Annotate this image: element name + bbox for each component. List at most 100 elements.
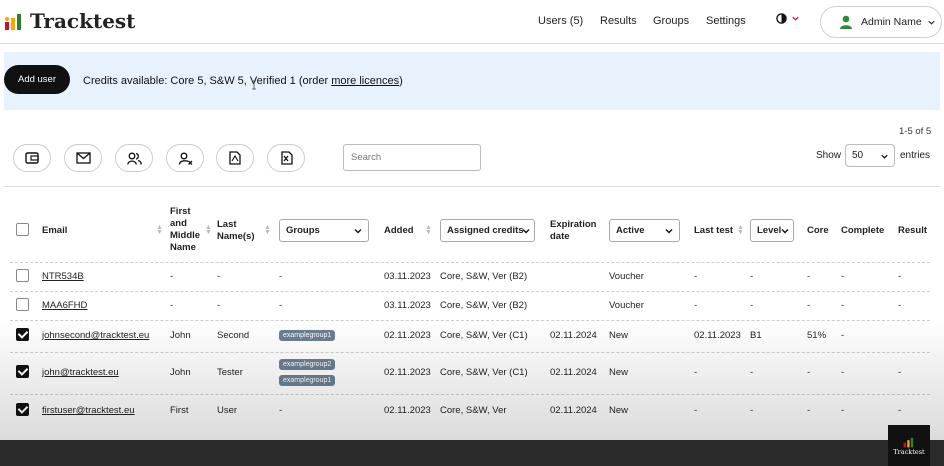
row-result: - bbox=[898, 300, 902, 311]
sort-icon[interactable]: ▲ ▼ bbox=[264, 224, 271, 236]
row-core: - bbox=[807, 271, 811, 282]
row-email-link[interactable]: MAA6FHD bbox=[42, 300, 87, 311]
row-level: - bbox=[750, 367, 754, 378]
row-email-link[interactable]: NTR534B bbox=[42, 271, 84, 282]
row-first-name: John bbox=[170, 330, 191, 341]
row-core: - bbox=[807, 405, 811, 416]
sort-icon[interactable]: ▲ ▼ bbox=[737, 224, 744, 236]
header-result[interactable]: Result bbox=[898, 225, 927, 237]
row-first-name: First bbox=[170, 405, 189, 416]
row-divider bbox=[10, 320, 930, 321]
credits-suffix: ) bbox=[399, 75, 403, 87]
row-groups: - bbox=[279, 271, 283, 282]
row-checkbox[interactable] bbox=[16, 298, 29, 311]
row-divider bbox=[10, 291, 930, 292]
manage-users-button[interactable] bbox=[115, 144, 153, 172]
row-active: Voucher bbox=[609, 300, 644, 311]
sort-icon[interactable]: ▲ ▼ bbox=[156, 224, 163, 236]
row-email-link[interactable]: firstuser@tracktest.eu bbox=[42, 405, 135, 416]
header-email[interactable]: Email bbox=[42, 225, 67, 237]
header-added[interactable]: Added bbox=[384, 225, 414, 237]
row-divider bbox=[10, 394, 930, 395]
logo[interactable]: Tracktest bbox=[4, 9, 135, 33]
badge-text: Tracktest bbox=[893, 447, 925, 456]
row-core: 51% bbox=[807, 330, 827, 341]
entries-label: entries bbox=[900, 150, 931, 161]
header-complete[interactable]: Complete bbox=[841, 225, 884, 237]
header-core[interactable]: Core bbox=[807, 225, 829, 237]
active-filter-label: Active bbox=[616, 225, 645, 236]
wallet-icon bbox=[25, 152, 39, 164]
logo-mark-icon bbox=[5, 14, 21, 30]
row-last-name: Second bbox=[217, 330, 250, 341]
wallet-button[interactable] bbox=[13, 144, 51, 172]
row-complete: - bbox=[841, 271, 845, 282]
row-groups: - bbox=[279, 300, 283, 311]
row-result: - bbox=[898, 367, 902, 378]
search-input[interactable] bbox=[343, 144, 481, 171]
row-first-name: John bbox=[170, 367, 191, 378]
row-email-link[interactable]: john@tracktest.eu bbox=[42, 367, 119, 378]
row-last-name: - bbox=[217, 300, 221, 311]
row-level: B1 bbox=[750, 330, 762, 341]
export-pdf-button[interactable] bbox=[216, 144, 254, 172]
row-complete: - bbox=[841, 405, 845, 416]
nav-results[interactable]: Results bbox=[600, 15, 637, 27]
row-added: 02.11.2023 bbox=[384, 367, 431, 378]
group-tag: examplegroup1 bbox=[279, 375, 336, 386]
entries-select[interactable]: 50 bbox=[845, 144, 895, 167]
row-checkbox[interactable] bbox=[16, 365, 29, 378]
header-first-name[interactable]: First and Middle Name bbox=[170, 206, 200, 254]
row-credits: Core, S&W, Ver (B2) bbox=[440, 271, 528, 282]
remove-user-button[interactable] bbox=[166, 144, 204, 172]
header-exp-line2: date bbox=[550, 231, 570, 242]
send-email-button[interactable] bbox=[64, 144, 102, 172]
row-checkbox[interactable] bbox=[16, 328, 29, 341]
select-all-checkbox[interactable] bbox=[16, 223, 29, 236]
row-last-test: - bbox=[694, 367, 698, 378]
theme-toggle[interactable] bbox=[776, 13, 800, 24]
sort-icon[interactable]: ▲ ▼ bbox=[205, 224, 212, 236]
row-divider bbox=[10, 352, 930, 353]
tracktest-badge[interactable]: Tracktest bbox=[888, 425, 930, 466]
header-last-test[interactable]: Last test bbox=[694, 225, 733, 237]
row-active: Voucher bbox=[609, 271, 644, 282]
add-user-button[interactable]: Add user bbox=[4, 65, 70, 94]
groups-filter-select[interactable]: Groups bbox=[279, 219, 369, 242]
footer-bar bbox=[0, 440, 944, 466]
row-email-link[interactable]: johnsecond@tracktest.eu bbox=[42, 330, 149, 341]
pagination-range: 1-5 of 5 bbox=[899, 126, 932, 137]
row-first-name: - bbox=[170, 300, 174, 311]
row-last-test: - bbox=[694, 271, 698, 282]
nav-groups[interactable]: Groups bbox=[653, 15, 689, 27]
active-filter-select[interactable]: Active bbox=[609, 219, 680, 242]
nav-settings[interactable]: Settings bbox=[706, 15, 746, 27]
row-last-test: - bbox=[694, 300, 698, 311]
row-expiration: 02.11.2024 bbox=[550, 330, 597, 341]
pdf-icon bbox=[229, 151, 241, 165]
sort-icon[interactable]: ▲ ▼ bbox=[425, 224, 432, 236]
nav-users[interactable]: Users (5) bbox=[538, 15, 583, 27]
row-checkbox[interactable] bbox=[16, 269, 29, 282]
header-expiration[interactable]: Expiration date bbox=[550, 219, 596, 243]
row-result: - bbox=[898, 405, 902, 416]
row-added: 02.11.2023 bbox=[384, 330, 431, 341]
export-excel-button[interactable] bbox=[267, 144, 305, 172]
level-filter-select[interactable]: Level bbox=[750, 219, 794, 242]
row-added: 02.11.2023 bbox=[384, 405, 431, 416]
assigned-credits-filter-select[interactable]: Assigned credits bbox=[440, 219, 535, 242]
show-label: Show bbox=[816, 150, 842, 161]
excel-icon bbox=[280, 151, 293, 165]
row-core: - bbox=[807, 300, 811, 311]
admin-menu-button[interactable]: Admin Name bbox=[820, 6, 942, 38]
user-remove-icon bbox=[178, 152, 192, 165]
header-last-name[interactable]: Last Name(s) bbox=[217, 219, 255, 243]
group-tag: examplegroup1 bbox=[279, 330, 336, 341]
mail-send-icon bbox=[75, 152, 91, 164]
more-licences-link[interactable]: more licences bbox=[331, 75, 399, 87]
row-active: New bbox=[609, 330, 629, 341]
row-last-name: User bbox=[217, 405, 238, 416]
row-checkbox[interactable] bbox=[16, 403, 29, 416]
entries-value: 50 bbox=[852, 150, 864, 161]
row-expiration: 02.11.2024 bbox=[550, 367, 597, 378]
